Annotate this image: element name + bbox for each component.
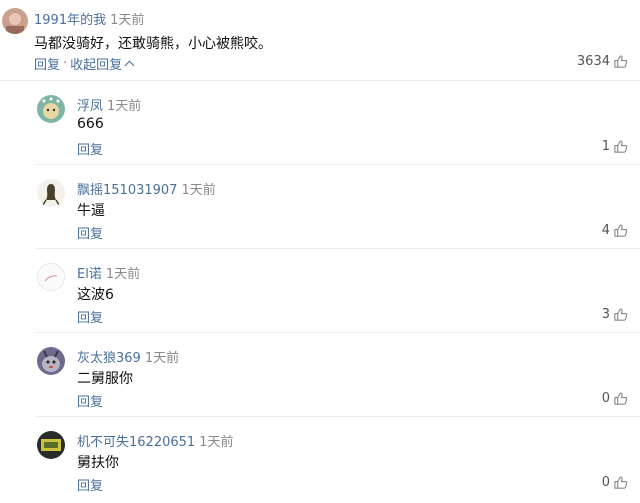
avatar[interactable] <box>37 95 65 123</box>
like-button[interactable]: 0 <box>602 391 628 406</box>
reply-text: 二舅服你 <box>77 371 133 387</box>
avatar[interactable] <box>37 347 65 375</box>
avatar[interactable] <box>37 431 65 459</box>
avatar[interactable] <box>37 179 65 207</box>
reply-item: El诺 1天前 这波6 回复 3 <box>0 248 640 332</box>
like-button[interactable]: 3 <box>602 307 628 322</box>
reply-text: 666 <box>77 116 104 132</box>
thumbs-up-icon[interactable] <box>613 391 628 406</box>
reply-item: 灰太狼369 1天前 二舅服你 回复 0 <box>0 332 640 416</box>
thumbs-up-icon[interactable] <box>613 139 628 154</box>
reply-button[interactable]: 回复 <box>77 475 103 494</box>
reply-time: 1天前 <box>105 267 141 282</box>
reply-actions: 回复 <box>77 307 103 326</box>
reply-button[interactable]: 回复 <box>77 223 103 242</box>
avatar[interactable] <box>2 8 28 34</box>
avatar[interactable] <box>37 263 65 291</box>
reply-time: 1天前 <box>144 351 180 366</box>
author-name[interactable]: 飘摇151031907 <box>77 183 177 198</box>
like-count: 1 <box>601 139 610 154</box>
thumbs-up-icon[interactable] <box>613 54 628 69</box>
comment-text: 马都没骑好，还敢骑熊，小心被熊咬。 <box>34 36 272 52</box>
reply-author[interactable]: El诺 1天前 <box>77 263 140 282</box>
thumbs-up-icon[interactable] <box>613 475 628 490</box>
thumbs-up-icon[interactable] <box>613 307 628 322</box>
comment-actions: 回复 · 收起回复 <box>34 54 135 73</box>
comment-author[interactable]: 1991年的我 1天前 <box>34 9 144 28</box>
like-count: 0 <box>601 391 610 406</box>
separator: · <box>63 56 68 71</box>
reply-text: 舅扶你 <box>77 455 119 471</box>
chevron-up-icon[interactable] <box>124 60 135 71</box>
author-name[interactable]: 浮凤 <box>77 99 103 114</box>
collapse-replies-button[interactable]: 收起回复 <box>70 54 122 73</box>
like-button[interactable]: 3634 <box>577 54 628 69</box>
like-button[interactable]: 1 <box>602 139 628 154</box>
reply-button[interactable]: 回复 <box>77 139 103 158</box>
like-count: 4 <box>601 223 610 238</box>
reply-time: 1天前 <box>107 99 142 114</box>
reply-actions: 回复 <box>77 139 103 158</box>
author-name[interactable]: El诺 <box>77 267 102 282</box>
main-comment: 1991年的我 1天前 马都没骑好，还敢骑熊，小心被熊咬。 回复 · 收起回复 3… <box>0 0 640 80</box>
like-count: 3634 <box>576 54 610 69</box>
reply-time: 1天前 <box>181 183 216 198</box>
reply-button[interactable]: 回复 <box>34 54 60 73</box>
like-button[interactable]: 4 <box>602 223 628 238</box>
author-name[interactable]: 1991年的我 <box>34 13 106 28</box>
reply-author[interactable]: 飘摇151031907 1天前 <box>77 179 216 198</box>
like-count: 0 <box>601 475 610 490</box>
reply-item: 浮凤 1天前 666 回复 1 <box>0 80 640 164</box>
comment-time: 1天前 <box>110 13 145 28</box>
reply-actions: 回复 <box>77 223 103 242</box>
reply-button[interactable]: 回复 <box>77 391 103 410</box>
reply-button[interactable]: 回复 <box>77 307 103 326</box>
reply-actions: 回复 <box>77 475 103 494</box>
like-count: 3 <box>601 307 610 322</box>
reply-time: 1天前 <box>199 435 234 450</box>
author-name[interactable]: 机不可失16220651 <box>77 435 195 450</box>
reply-text: 牛逼 <box>77 203 105 219</box>
reply-author[interactable]: 灰太狼369 1天前 <box>77 347 179 366</box>
author-name[interactable]: 灰太狼369 <box>77 351 141 366</box>
reply-item: 飘摇151031907 1天前 牛逼 回复 4 <box>0 164 640 248</box>
reply-actions: 回复 <box>77 391 103 410</box>
reply-item: 机不可失16220651 1天前 舅扶你 回复 0 <box>0 416 640 503</box>
thumbs-up-icon[interactable] <box>613 223 628 238</box>
reply-author[interactable]: 机不可失16220651 1天前 <box>77 431 233 450</box>
reply-text: 这波6 <box>77 287 114 303</box>
reply-author[interactable]: 浮凤 1天前 <box>77 95 141 114</box>
like-button[interactable]: 0 <box>602 475 628 490</box>
